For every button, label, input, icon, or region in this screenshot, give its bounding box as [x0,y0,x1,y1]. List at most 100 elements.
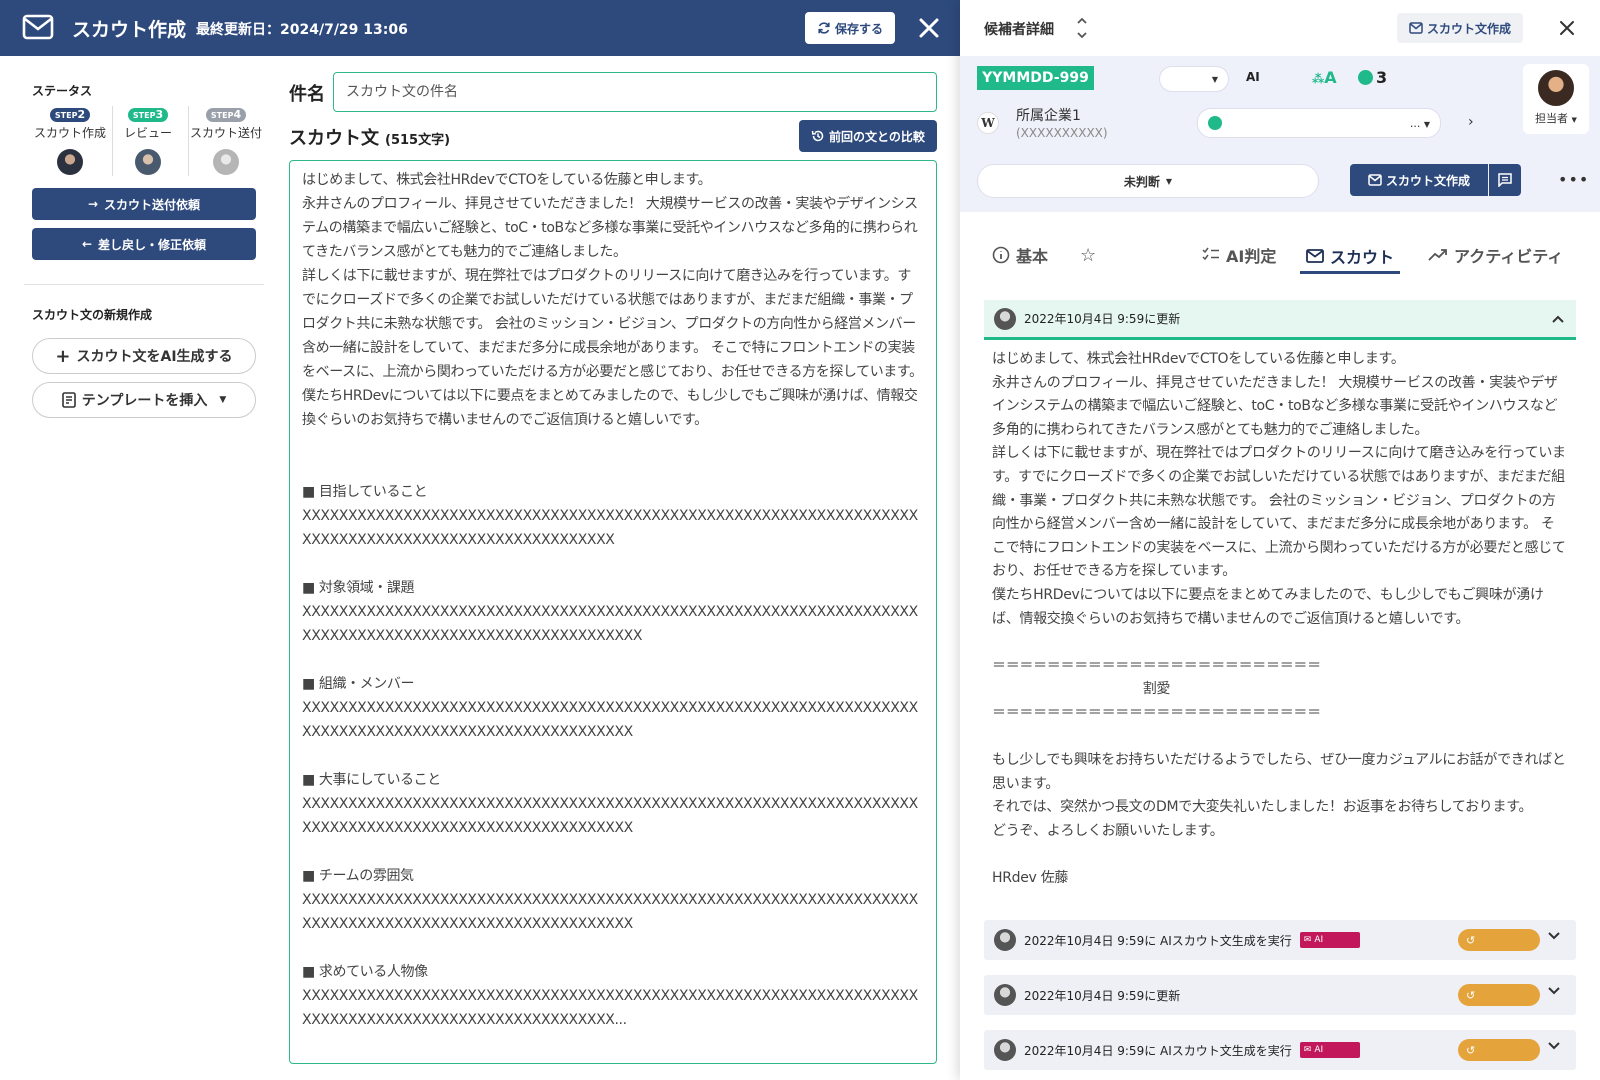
chevron-down-icon[interactable] [1548,932,1560,940]
tab-label: AI判定 [1226,247,1277,266]
tab-favorite[interactable]: ☆ [1080,240,1096,270]
tab-label: アクティビティ [1454,247,1564,266]
avatar [994,929,1016,951]
send-request-button[interactable]: → スカウト送付依頼 [32,188,256,220]
body-label-row: スカウト文 (515文字) [289,124,450,150]
media-select-value: ... [1409,116,1421,130]
media-icon [1208,116,1222,130]
detail-tabs: 基本 ☆ AI判定 スカウト アクティビティ [960,212,1600,278]
history-icon: ↺ [1466,933,1476,947]
mail-icon [1409,22,1423,34]
star-icon: ☆ [1080,244,1097,266]
tab-activity[interactable]: アクティビティ [1428,240,1563,270]
chevron-down-icon[interactable] [1548,987,1560,995]
tab-ai-judge[interactable]: AI判定 [1202,240,1276,270]
editor-header: スカウト作成 最終更新日：2024/7/29 13:06 保存する [0,0,960,56]
history-card-open: 2022年10月4日 9:59に更新 はじめまして、株式会社HRdevでCTOを… [984,300,1576,901]
judgement-value: 未判断 [1123,174,1160,189]
avatar [57,149,83,175]
step-badge: STEP3 [127,108,169,122]
step-badge: STEP4 [205,108,247,122]
caret-down-icon: ▼ [1211,74,1218,84]
scout-body-text: はじめまして、株式会社HRdevでCTOをしている佐藤と申します。 永井さんのプ… [302,172,923,1028]
judgement-select[interactable]: 未判断 ▼ [977,164,1319,198]
candidate-detail-panel: 候補者詳細 スカウト文作成 YYMMDD-999 ▼ AI ⁂A 3 担当者 ▼… [960,0,1600,1080]
plus-icon: + [55,345,71,367]
mail-icon [1306,248,1324,263]
history-icon: ↺ [1466,1043,1476,1057]
restore-button[interactable]: ↺ [1458,929,1540,951]
detail-header: 候補者詳細 スカウト文作成 [960,0,1600,56]
assignee-label-row: 担当者 ▼ [1523,110,1589,126]
insert-template-button[interactable]: テンプレートを挿入 ▼ [32,382,256,418]
ai-label: AI [1246,70,1260,84]
sort-arrows-icon[interactable] [1076,14,1088,42]
restore-button[interactable]: ↺ [1458,1039,1540,1061]
history-card[interactable]: 2022年10月4日 9:59に AIスカウト文生成を実行 ✉ AI ↺ [984,1030,1576,1070]
step-scout-send: STEP4 スカウト送付 [188,106,264,176]
rank-value: A [1324,68,1337,87]
caret-down-icon: ▼ [1423,119,1430,129]
candidate-id: YYMMDD-999 [977,66,1094,90]
sync-icon [818,22,830,34]
history-card-header[interactable]: 2022年10月4日 9:59に更新 [984,300,1576,340]
char-count: (515文字) [385,133,451,148]
close-icon[interactable] [1558,19,1576,37]
checklist-icon [1202,247,1219,261]
step-name: レビュー [123,126,172,140]
return-request-button[interactable]: ← 差し戻し・修正依頼 [32,228,256,260]
scout-create-button[interactable]: スカウト文作成 [1350,164,1488,196]
trend-icon [1428,249,1447,261]
history-card[interactable]: 2022年10月4日 9:59に更新 ↺ [984,975,1576,1015]
scout-body-textarea[interactable]: はじめまして、株式会社HRdevでCTOをしている佐藤と申します。 永井さんのプ… [289,160,937,1064]
compare-previous-button[interactable]: 前回の文との比較 [799,120,937,152]
subject-input[interactable] [333,72,937,112]
avatar [994,1039,1016,1061]
ai-badge-label: AI [1314,935,1324,945]
history-text: 2022年10月4日 9:59に更新 [1024,988,1181,1003]
save-button[interactable]: 保存する [805,12,895,44]
body-label: スカウト文 [289,128,379,149]
assignee-select[interactable]: 担当者 ▼ [1523,64,1589,134]
candidate-summary: YYMMDD-999 ▼ AI ⁂A 3 担当者 ▼ W 所属企業1 (XXXX… [960,56,1600,212]
media-select-row: ... ▼ [1410,117,1430,130]
header-scout-create-button[interactable]: スカウト文作成 [1397,13,1523,43]
chat-icon [1498,173,1512,187]
assignee-label: 担当者 [1535,112,1569,125]
step-list: STEP2 スカウト作成 STEP3 レビュー STEP4 スカウト送付 [32,106,264,176]
ai-generate-label: スカウト文をAI生成する [76,349,233,365]
ai-rank: ⁂A [1312,68,1337,87]
tab-label: 基本 [1016,247,1049,266]
restore-button[interactable]: ↺ [1458,984,1540,1006]
arrow-left-icon: ← [81,237,93,251]
caret-down-icon: ▼ [219,395,227,405]
ai-badge-label: AI [1314,1045,1324,1055]
mail-icon: ✉ [1303,1045,1312,1055]
mail-icon [22,14,54,40]
candidate-select[interactable]: ▼ [1159,66,1229,92]
step-scout-create: STEP2 スカウト作成 [32,106,108,176]
save-label: 保存する [834,21,883,36]
new-scout-label: スカウト文の新規作成 [32,308,153,322]
assignee-avatar [1536,68,1576,108]
tab-scout[interactable]: スカウト [1300,240,1401,274]
template-icon [61,392,76,408]
more-icon[interactable]: ••• [1558,170,1589,189]
ai-generate-button[interactable]: + スカウト文をAI生成する [32,338,256,374]
rank-icon: ⁂ [1312,72,1325,86]
chat-button[interactable] [1489,164,1521,196]
chevron-right-icon[interactable]: › [1468,114,1474,130]
avatar [994,307,1016,330]
subject-label: 件名 [289,84,325,105]
media-select[interactable]: ... ▼ [1197,108,1441,138]
history-card[interactable]: 2022年10月4日 9:59に AIスカウト文生成を実行 ✉ AI ↺ [984,920,1576,960]
scout-message-body: はじめまして、株式会社HRdevでCTOをしている佐藤と申します。 永井さんのプ… [984,340,1576,901]
close-icon[interactable] [916,15,942,41]
chevron-up-icon[interactable] [1552,315,1564,323]
avatar [135,149,161,175]
avatar [213,149,239,175]
arrow-right-icon: → [87,197,99,211]
chevron-down-icon[interactable] [1548,1042,1560,1050]
mail-icon: ✉ [1303,935,1312,945]
tab-basic[interactable]: 基本 [992,240,1048,270]
